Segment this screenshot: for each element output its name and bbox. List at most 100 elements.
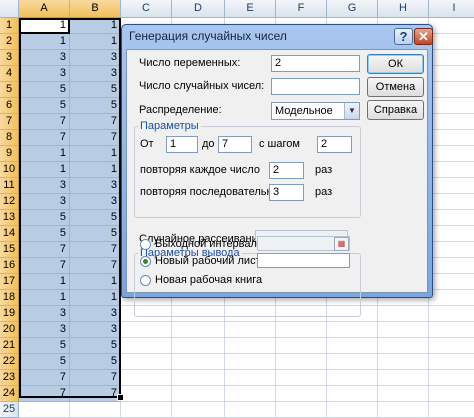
cell-a23[interactable]: 7 xyxy=(19,370,70,386)
cell-i21[interactable] xyxy=(429,338,474,354)
cell-g20[interactable] xyxy=(327,322,378,338)
column-header-i[interactable]: I xyxy=(429,0,474,18)
ok-button[interactable]: ОК xyxy=(367,54,424,74)
cell-i5[interactable] xyxy=(429,82,474,98)
cell-i2[interactable] xyxy=(429,34,474,50)
cell-b3[interactable]: 3 xyxy=(70,50,121,66)
cell-i1[interactable] xyxy=(429,18,474,34)
row-header[interactable]: 21 xyxy=(0,338,19,354)
select-all-corner[interactable] xyxy=(0,0,19,18)
cell-f21[interactable] xyxy=(276,338,327,354)
row-header[interactable]: 11 xyxy=(0,178,19,194)
cell-d21[interactable] xyxy=(172,338,225,354)
help-button[interactable]: Справка xyxy=(367,100,424,120)
cell-b20[interactable]: 3 xyxy=(70,322,121,338)
cell-b1[interactable]: 1 xyxy=(70,18,121,34)
cell-a22[interactable]: 5 xyxy=(19,354,70,370)
cell-e20[interactable] xyxy=(225,322,276,338)
column-header-c[interactable]: C xyxy=(121,0,172,18)
cell-g22[interactable] xyxy=(327,354,378,370)
cell-i23[interactable] xyxy=(429,370,474,386)
cell-a12[interactable]: 3 xyxy=(19,194,70,210)
row-header[interactable]: 16 xyxy=(0,258,19,274)
cell-b16[interactable]: 7 xyxy=(70,258,121,274)
cell-d20[interactable] xyxy=(172,322,225,338)
cell-f24[interactable] xyxy=(276,386,327,402)
cell-a20[interactable]: 3 xyxy=(19,322,70,338)
cell-c22[interactable] xyxy=(121,354,172,370)
close-icon[interactable]: ✕ xyxy=(414,28,433,45)
cell-a25[interactable] xyxy=(19,402,70,418)
distribution-select[interactable]: Модельное ▼ xyxy=(271,102,360,120)
cell-b22[interactable]: 5 xyxy=(70,354,121,370)
cell-a24[interactable]: 7 xyxy=(19,386,70,402)
row-header[interactable]: 4 xyxy=(0,66,19,82)
cell-i14[interactable] xyxy=(429,226,474,242)
cell-a16[interactable]: 7 xyxy=(19,258,70,274)
cell-a17[interactable]: 1 xyxy=(19,274,70,290)
cell-b4[interactable]: 3 xyxy=(70,66,121,82)
cell-b9[interactable]: 1 xyxy=(70,146,121,162)
cell-i13[interactable] xyxy=(429,210,474,226)
cell-i25[interactable] xyxy=(429,402,474,418)
row-header[interactable]: 5 xyxy=(0,82,19,98)
cell-a1[interactable]: 1 xyxy=(19,18,70,34)
cell-b23[interactable]: 7 xyxy=(70,370,121,386)
repeat-seq-input[interactable]: 3 xyxy=(269,184,304,201)
row-header[interactable]: 17 xyxy=(0,274,19,290)
cell-h23[interactable] xyxy=(378,370,429,386)
row-header[interactable]: 20 xyxy=(0,322,19,338)
cell-i24[interactable] xyxy=(429,386,474,402)
cell-d22[interactable] xyxy=(172,354,225,370)
new-book-radio[interactable] xyxy=(140,275,151,286)
cell-d23[interactable] xyxy=(172,370,225,386)
cell-b10[interactable]: 1 xyxy=(70,162,121,178)
row-header[interactable]: 7 xyxy=(0,114,19,130)
cell-b25[interactable] xyxy=(70,402,121,418)
cell-g24[interactable] xyxy=(327,386,378,402)
row-header[interactable]: 1 xyxy=(0,18,19,34)
cell-e22[interactable] xyxy=(225,354,276,370)
cell-a6[interactable]: 5 xyxy=(19,98,70,114)
cell-i18[interactable] xyxy=(429,290,474,306)
output-range-radio[interactable] xyxy=(140,239,151,250)
cell-i16[interactable] xyxy=(429,258,474,274)
row-header[interactable]: 8 xyxy=(0,130,19,146)
cell-d25[interactable] xyxy=(172,402,225,418)
cell-a5[interactable]: 5 xyxy=(19,82,70,98)
cell-i3[interactable] xyxy=(429,50,474,66)
row-header[interactable]: 15 xyxy=(0,242,19,258)
cell-a3[interactable]: 3 xyxy=(19,50,70,66)
row-header[interactable]: 2 xyxy=(0,34,19,50)
cell-b6[interactable]: 5 xyxy=(70,98,121,114)
cell-h24[interactable] xyxy=(378,386,429,402)
cell-a4[interactable]: 3 xyxy=(19,66,70,82)
cell-i9[interactable] xyxy=(429,146,474,162)
cell-a21[interactable]: 5 xyxy=(19,338,70,354)
cell-i12[interactable] xyxy=(429,194,474,210)
row-header[interactable]: 13 xyxy=(0,210,19,226)
cell-f20[interactable] xyxy=(276,322,327,338)
row-header[interactable]: 22 xyxy=(0,354,19,370)
from-input[interactable]: 1 xyxy=(166,136,198,153)
cell-a8[interactable]: 7 xyxy=(19,130,70,146)
dialog-titlebar[interactable]: Генерация случайных чисел ? ✕ xyxy=(122,25,433,47)
row-header[interactable]: 9 xyxy=(0,146,19,162)
cell-f25[interactable] xyxy=(276,402,327,418)
cell-e25[interactable] xyxy=(225,402,276,418)
cell-h19[interactable] xyxy=(378,306,429,322)
cell-g25[interactable] xyxy=(327,402,378,418)
cell-a10[interactable]: 1 xyxy=(19,162,70,178)
cell-b8[interactable]: 7 xyxy=(70,130,121,146)
column-header-g[interactable]: G xyxy=(327,0,378,18)
cell-e24[interactable] xyxy=(225,386,276,402)
cell-g23[interactable] xyxy=(327,370,378,386)
row-header[interactable]: 12 xyxy=(0,194,19,210)
column-header-e[interactable]: E xyxy=(225,0,276,18)
cell-d24[interactable] xyxy=(172,386,225,402)
cell-i6[interactable] xyxy=(429,98,474,114)
cell-i7[interactable] xyxy=(429,114,474,130)
cell-b7[interactable]: 7 xyxy=(70,114,121,130)
cell-i15[interactable] xyxy=(429,242,474,258)
cell-b13[interactable]: 5 xyxy=(70,210,121,226)
